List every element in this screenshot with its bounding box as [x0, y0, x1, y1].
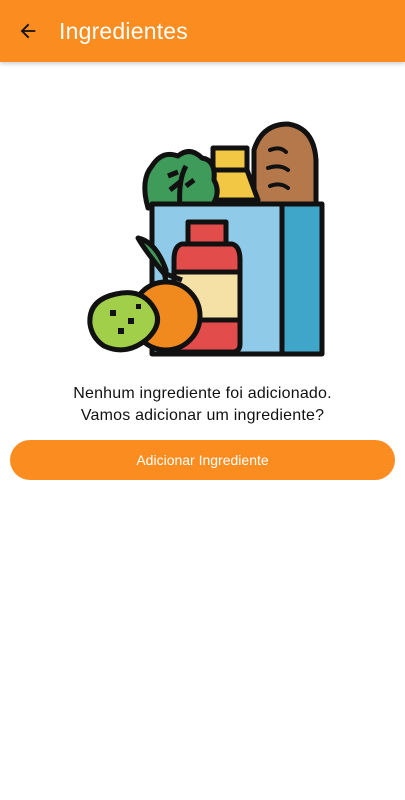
arrow-left-icon — [20, 23, 36, 39]
app-bar: Ingredientes — [0, 0, 405, 62]
empty-state-message: Nenhum ingrediente foi adicionado. Vamos… — [0, 383, 405, 427]
grocery-bag-icon — [87, 121, 325, 357]
empty-state-line-1: Nenhum ingrediente foi adicionado. — [73, 385, 332, 402]
add-ingredient-button[interactable]: Adicionar Ingrediente — [10, 440, 395, 480]
empty-state-line-2: Vamos adicionar um ingrediente? — [80, 407, 325, 424]
back-button[interactable] — [0, 0, 56, 62]
page-title: Ingredientes — [59, 17, 188, 44]
